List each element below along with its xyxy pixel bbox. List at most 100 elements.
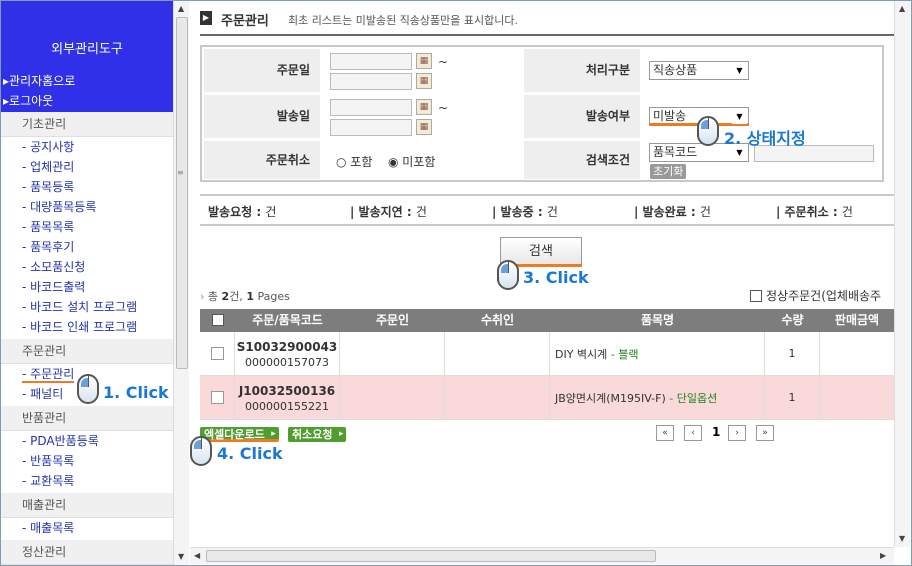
checkbox-icon[interactable] [750, 290, 762, 302]
sidebar-category-returns[interactable]: 반품관리 [1, 406, 173, 431]
product-name: DIY 벽시계 - 블랙 [555, 346, 639, 362]
scroll-up-icon[interactable]: ▲ [899, 4, 905, 13]
last-page-button[interactable]: » [756, 425, 774, 441]
sidebar-scrollbar[interactable]: ▲ ≡ ▼ [173, 1, 189, 565]
col-receiver[interactable]: 수취인 [445, 309, 550, 332]
product-cell: DIY 벽시계 - 블랙 [550, 332, 765, 376]
reset-button[interactable]: 초기화 [650, 164, 687, 179]
calendar-icon[interactable]: ▦ [416, 53, 432, 69]
table-row[interactable]: J10032500136 000000155221 JB양면시계(M195IV-… [200, 376, 894, 420]
process-type-select[interactable]: 직송상품 ▼ [649, 61, 749, 80]
order-code-cell: S10032900043 000000157073 [235, 332, 340, 376]
sidebar-item-barcode-printer[interactable]: - 바코드 인쇄 프로그램 [1, 317, 173, 337]
calendar-icon[interactable]: ▦ [416, 73, 432, 89]
cancel-request-button[interactable]: 취소요청 [288, 427, 347, 442]
sidebar-item-item-list[interactable]: - 품목목록 [1, 217, 173, 237]
result-summary: › 총 2건, 1 Pages [200, 288, 290, 304]
sale-amount-cell [820, 376, 894, 420]
sidebar: 외부관리도구 ▸관리자홈으로 ▸로그아웃 기초관리 - 공지사항 - 업체관리 … [1, 1, 173, 565]
sidebar-item-item-register[interactable]: - 품목등록 [1, 177, 173, 197]
first-page-button[interactable]: « [656, 425, 674, 441]
scroll-right-icon[interactable]: ▶ [880, 551, 886, 560]
sidebar-item-pda-return[interactable]: - PDA반품등록 [1, 431, 173, 451]
product-title: JB양면시계(M195IV-F) [555, 392, 666, 405]
page-title: 주문관리 [221, 14, 269, 29]
table-row[interactable]: S10032900043 000000157073 DIY 벽시계 - 블랙 1 [200, 332, 894, 376]
normal-orders-label: 정상주문건(업체배송주 [766, 289, 882, 303]
admin-home-link[interactable]: ▸관리자홈으로 [3, 72, 75, 89]
product-option: - 단일옵션 [665, 392, 718, 405]
sidebar-category-settlement[interactable]: 정산관리 [1, 540, 173, 565]
scroll-up-icon[interactable]: ▲ [178, 4, 184, 13]
table-header: 주문/품목코드 주문인 수취인 품목명 수량 판매금액 [200, 309, 894, 332]
status-value: 건 [265, 205, 277, 219]
current-page[interactable]: 1 [712, 425, 720, 439]
main-vertical-scrollbar[interactable]: ▲ ▼ [894, 1, 910, 547]
ship-date-from-input[interactable] [330, 99, 412, 116]
sidebar-scroll-thumb[interactable] [176, 17, 188, 369]
row-checkbox-cell [200, 376, 235, 420]
col-quantity[interactable]: 수량 [765, 309, 820, 332]
product-name: JB양면시계(M195IV-F) - 단일옵션 [555, 390, 717, 406]
order-code[interactable]: S10032900043 [235, 340, 339, 354]
sidebar-item-notice[interactable]: - 공지사항 [1, 137, 173, 157]
order-date-to-input[interactable] [330, 73, 412, 90]
sidebar-item-vendors[interactable]: - 업체관리 [1, 157, 173, 177]
status-value: 건 [699, 205, 711, 219]
radio-exclude[interactable]: ◉ 미포함 [388, 153, 435, 170]
main-horizontal-scrollbar[interactable]: ◀ ▶ [190, 547, 894, 564]
col-order-code[interactable]: 주문/품목코드 [235, 309, 340, 332]
callout-step-4: 4. Click [217, 444, 283, 463]
sidebar-header: 외부관리도구 ▸관리자홈으로 ▸로그아웃 [1, 1, 173, 112]
row-checkbox[interactable] [211, 347, 224, 360]
search-condition-label: 검색조건 [524, 141, 640, 179]
sidebar-category-orders[interactable]: 주문관리 [1, 339, 173, 364]
radio-include[interactable]: ○ 포함 [336, 153, 372, 170]
orderer-cell [340, 332, 445, 376]
status-label: | 발송지연 : [350, 205, 412, 219]
scroll-down-icon[interactable]: ▼ [178, 552, 184, 561]
callout-step-2: 2. 상태지정 [724, 129, 806, 148]
logout-link[interactable]: ▸로그아웃 [3, 92, 53, 109]
calendar-icon[interactable]: ▦ [416, 119, 432, 135]
sidebar-item-supplies[interactable]: - 소모품신청 [1, 257, 173, 277]
col-product[interactable]: 품목명 [550, 309, 765, 332]
ship-date-to-input[interactable] [330, 119, 412, 136]
normal-orders-checkbox[interactable]: 정상주문건(업체배송주 [750, 287, 881, 304]
mouse-icon [190, 436, 212, 466]
quantity-cell: 1 [765, 332, 820, 376]
excel-download-button[interactable]: 엑셀다운로드 [200, 427, 279, 442]
calendar-icon[interactable]: ▦ [416, 99, 432, 115]
status-label: | 발송완료 : [634, 205, 696, 219]
next-page-button[interactable]: › [728, 425, 746, 441]
summary-mid: 건, [229, 290, 247, 303]
process-type-value: 직송상품 [653, 63, 698, 77]
order-code[interactable]: J10032500136 [235, 384, 339, 398]
col-orderer[interactable]: 주문인 [340, 309, 445, 332]
select-all-checkbox[interactable] [200, 309, 235, 332]
sidebar-category-basic[interactable]: 기초관리 [1, 112, 173, 137]
sidebar-category-sales[interactable]: 매출관리 [1, 493, 173, 518]
sidebar-item-return-list[interactable]: - 반품목록 [1, 451, 173, 471]
sidebar-item-sales-list[interactable]: - 매출목록 [1, 518, 173, 538]
status-value: 건 [415, 205, 427, 219]
status-label: | 발송중 : [492, 205, 543, 219]
order-cancel-label: 주문취소 [204, 141, 320, 179]
sidebar-item-barcode-print[interactable]: - 바코드출력 [1, 277, 173, 297]
col-sale-amount[interactable]: 판매금액 [820, 309, 894, 332]
date-range-tilde: ~ [438, 101, 449, 115]
sidebar-item-bulk-register[interactable]: - 대량품목등록 [1, 197, 173, 217]
sidebar-item-barcode-install[interactable]: - 바코드 설치 프로그램 [1, 297, 173, 317]
prev-page-button[interactable]: ‹ [684, 425, 702, 441]
mouse-icon [77, 374, 99, 404]
chevron-down-icon: ▼ [732, 109, 747, 124]
order-date-from-input[interactable] [330, 53, 412, 70]
sidebar-item-exchange-list[interactable]: - 교환목록 [1, 471, 173, 491]
scroll-left-icon[interactable]: ◀ [194, 551, 200, 560]
search-condition-value: 품목코드 [653, 145, 698, 159]
sidebar-item-reviews[interactable]: - 품목후기 [1, 237, 173, 257]
row-checkbox[interactable] [211, 391, 224, 404]
orderer-cell [340, 376, 445, 420]
horizontal-scroll-thumb[interactable] [206, 550, 656, 562]
scroll-down-icon[interactable]: ▼ [899, 534, 905, 543]
